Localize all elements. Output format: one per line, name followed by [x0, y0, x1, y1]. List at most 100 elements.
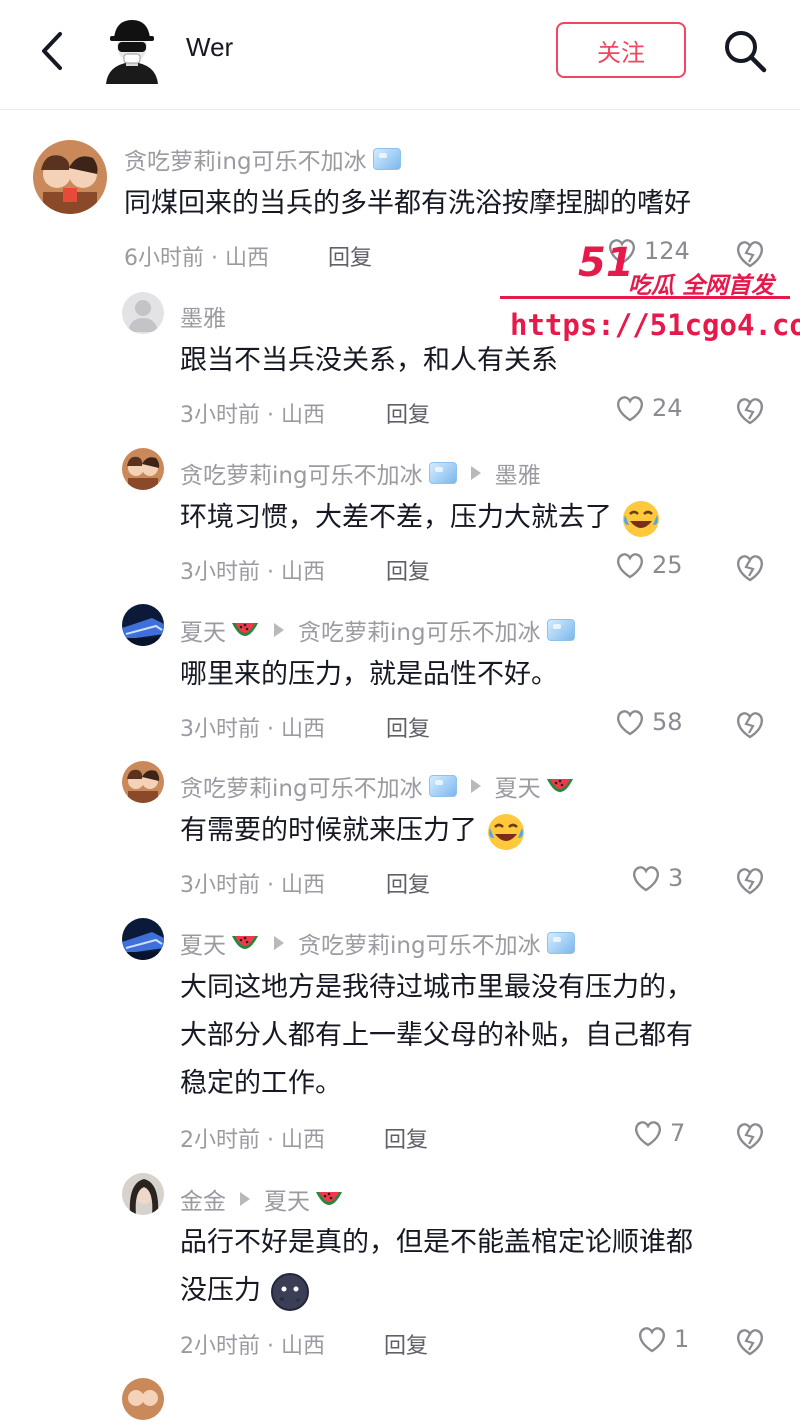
- profile-name: Wer: [186, 32, 234, 62]
- dislike-icon[interactable]: [733, 550, 767, 584]
- comment-text-line-with-emoji: 没压力: [180, 1267, 693, 1315]
- comment-meta: 3小时前 · 山西: [180, 873, 325, 898]
- user-avatar[interactable]: [122, 918, 164, 960]
- comment-username[interactable]: 墨雅: [180, 299, 226, 333]
- comment-text-line: 大同这地方是我待过城市里最没有压力的，: [180, 972, 693, 1003]
- reply-button[interactable]: 回复: [386, 397, 430, 429]
- reply-button[interactable]: 回复: [328, 240, 372, 272]
- like-button[interactable]: 3: [630, 863, 683, 893]
- heart-icon: [617, 396, 643, 422]
- crying-laugh-emoji: [622, 500, 659, 537]
- reply-button[interactable]: 回复: [386, 867, 430, 899]
- crying-laugh-emoji: [487, 813, 524, 850]
- like-button[interactable]: 24: [614, 393, 683, 423]
- top-bar: Wer 关注: [0, 0, 800, 110]
- comment-text-body: 环境习惯，大差不差，压力大就去了: [180, 502, 612, 533]
- comment-meta: 3小时前 · 山西: [180, 560, 325, 585]
- watermark-logo: 51: [578, 240, 634, 286]
- user-avatar[interactable]: [122, 604, 164, 646]
- watermark-url: https://51cgo4.com: [510, 308, 800, 342]
- like-button[interactable]: 25: [614, 550, 683, 580]
- heart-icon: [635, 1121, 661, 1147]
- reply-arrow-icon: [240, 1192, 250, 1206]
- profile-avatar[interactable]: [102, 18, 162, 84]
- like-button[interactable]: 1: [636, 1324, 689, 1354]
- user-avatar[interactable]: [33, 140, 107, 214]
- reply-button[interactable]: 回复: [386, 711, 430, 743]
- ice-icon: [546, 619, 575, 641]
- reply-button[interactable]: 回复: [384, 1328, 428, 1360]
- like-count: 58: [652, 708, 683, 736]
- comment-text: 同煤回来的当兵的多半都有洗浴按摩捏脚的嗜好: [124, 188, 691, 219]
- ice-icon: [372, 148, 401, 170]
- ice-icon: [546, 932, 575, 954]
- reply-arrow-icon: [470, 779, 481, 793]
- ice-icon: [428, 775, 457, 797]
- reply-to-username[interactable]: 贪吃萝莉ing可乐不加冰: [298, 613, 541, 647]
- comment-username[interactable]: 夏天: [180, 613, 226, 647]
- comment-text-body: 有需要的时候就来压力了: [180, 815, 477, 846]
- like-count: 3: [668, 864, 684, 892]
- like-button[interactable]: 7: [632, 1118, 685, 1148]
- comment-meta: 3小时前 · 山西: [180, 717, 325, 742]
- comment-username[interactable]: 夏天: [180, 926, 226, 960]
- heart-icon: [617, 710, 643, 736]
- back-arrow-icon[interactable]: [34, 26, 74, 76]
- user-avatar[interactable]: [122, 1378, 164, 1420]
- comment-text-line: 大部分人都有上一辈父母的补贴，自己都有: [180, 1020, 693, 1051]
- reply-button[interactable]: 回复: [384, 1122, 428, 1154]
- comment-text: 跟当不当兵没关系，和人有关系: [180, 345, 558, 376]
- dislike-icon[interactable]: [733, 1324, 767, 1358]
- comment-text: 哪里来的压力，就是品性不好。: [180, 659, 558, 690]
- dislike-icon[interactable]: [733, 393, 767, 427]
- comment-text: 有需要的时候就来压力了: [180, 807, 526, 855]
- like-count: 25: [652, 551, 683, 579]
- watermelon-icon: [232, 623, 258, 636]
- like-button[interactable]: 58: [614, 707, 683, 737]
- watermark-divider: [500, 296, 790, 299]
- like-count: 7: [670, 1119, 686, 1147]
- comment-text-line: 品行不好是真的，但是不能盖棺定论顺谁都: [180, 1227, 693, 1258]
- comment-text-line: 稳定的工作。: [180, 1068, 342, 1099]
- follow-button[interactable]: 关注: [556, 22, 686, 78]
- reply-to-username[interactable]: 墨雅: [495, 456, 541, 490]
- comment-text: 环境习惯，大差不差，压力大就去了: [180, 494, 661, 542]
- like-count: 24: [652, 394, 683, 422]
- dislike-icon[interactable]: [733, 1118, 767, 1152]
- reply-to-username[interactable]: 夏天: [495, 769, 541, 803]
- reply-arrow-icon: [470, 466, 481, 480]
- comment-meta: 2小时前 · 山西: [180, 1128, 325, 1153]
- heart-icon: [633, 866, 659, 892]
- comment-username[interactable]: 金金: [180, 1182, 226, 1216]
- comment-username-line: 贪吃萝莉ing可乐不加冰 夏天: [180, 769, 575, 803]
- dislike-icon[interactable]: [733, 707, 767, 741]
- dislike-icon[interactable]: [733, 236, 767, 270]
- comment-username[interactable]: 贪吃萝莉ing可乐不加冰: [180, 456, 423, 490]
- comment-text: 大同这地方是我待过城市里最没有压力的， 大部分人都有上一辈父母的补贴，自己都有 …: [180, 964, 693, 1108]
- reply-button[interactable]: 回复: [386, 554, 430, 586]
- user-avatar[interactable]: [122, 761, 164, 803]
- comment-meta: 6小时前 · 山西: [124, 246, 269, 271]
- user-avatar[interactable]: [122, 448, 164, 490]
- like-count: 124: [644, 237, 690, 265]
- reply-arrow-icon: [274, 623, 284, 637]
- search-icon[interactable]: [720, 26, 770, 76]
- heart-icon: [617, 553, 643, 579]
- comment-username-line: 夏天 贪吃萝莉ing可乐不加冰: [180, 926, 575, 960]
- watermark-tagline: 吃瓜 全网首发: [628, 273, 775, 299]
- reply-to-username[interactable]: 夏天: [264, 1182, 310, 1216]
- comment-text: 品行不好是真的，但是不能盖棺定论顺谁都 没压力: [180, 1219, 693, 1315]
- comment-username-line: 贪吃萝莉ing可乐不加冰 墨雅: [180, 456, 541, 490]
- comment-meta: 2小时前 · 山西: [180, 1334, 325, 1359]
- reply-to-username[interactable]: 贪吃萝莉ing可乐不加冰: [298, 926, 541, 960]
- user-avatar[interactable]: [122, 292, 164, 334]
- comment-username[interactable]: 贪吃萝莉ing可乐不加冰: [180, 769, 423, 803]
- dislike-icon[interactable]: [733, 863, 767, 897]
- dark-moon-emoji: [270, 1272, 309, 1311]
- comment-username[interactable]: 贪吃萝莉ing可乐不加冰: [124, 142, 367, 176]
- reply-arrow-icon: [274, 936, 284, 950]
- comment-username-line: 夏天 贪吃萝莉ing可乐不加冰: [180, 613, 575, 647]
- comment-meta: 3小时前 · 山西: [180, 403, 325, 428]
- comment-username-line: 墨雅: [180, 299, 226, 333]
- user-avatar[interactable]: [122, 1173, 164, 1215]
